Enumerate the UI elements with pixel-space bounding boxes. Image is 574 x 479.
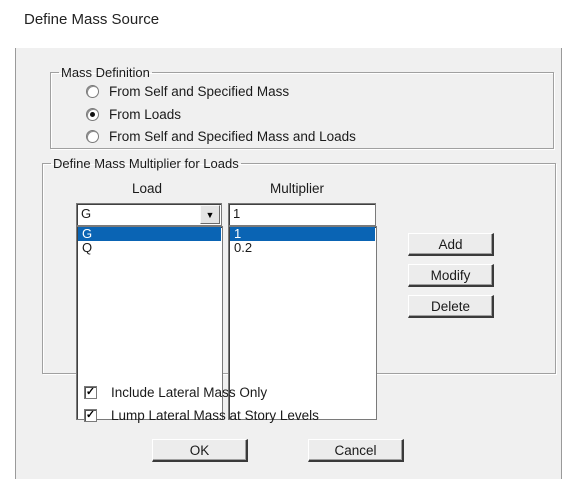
dialog-body: Mass Definition From Self and Specified … xyxy=(15,48,562,479)
multiplier-column-header: Multiplier xyxy=(270,181,325,196)
radio-label: From Self and Specified Mass xyxy=(109,83,290,99)
title-bar: Define Mass Source xyxy=(0,0,574,48)
check-icon[interactable]: ✓ xyxy=(84,408,97,422)
add-button[interactable]: Add xyxy=(408,233,494,256)
checkbox-label: Lump Lateral Mass at Story Levels xyxy=(111,407,319,423)
radio-button[interactable] xyxy=(86,129,99,143)
radio-button-checked[interactable] xyxy=(86,107,99,121)
window-title: Define Mass Source xyxy=(24,11,160,28)
ok-button[interactable]: OK xyxy=(152,439,248,462)
checkbox-label: Include Lateral Mass Only xyxy=(111,384,268,400)
radio-from-self-specified-loads[interactable]: From Self and Specified Mass and Loads xyxy=(86,127,356,145)
mass-multiplier-legend: Define Mass Multiplier for Loads xyxy=(53,156,239,171)
radio-button[interactable] xyxy=(86,84,99,98)
delete-button[interactable]: Delete xyxy=(408,295,494,318)
multiplier-list-item[interactable]: 0.2 xyxy=(230,241,375,255)
multiplier-list-item[interactable]: 1 xyxy=(230,227,375,241)
radio-label: From Loads xyxy=(109,106,182,122)
radio-from-self-specified[interactable]: From Self and Specified Mass xyxy=(86,82,289,100)
chevron-down-icon[interactable]: ▼ xyxy=(200,205,220,224)
lump-lateral-checkbox[interactable]: ✓ Lump Lateral Mass at Story Levels xyxy=(84,406,319,424)
load-select-value: G xyxy=(81,206,92,221)
radio-from-loads[interactable]: From Loads xyxy=(86,105,181,123)
multiplier-input-value: 1 xyxy=(233,206,241,221)
load-select[interactable]: G ▼ xyxy=(76,203,222,226)
check-icon[interactable]: ✓ xyxy=(84,385,97,399)
load-list-item[interactable]: Q xyxy=(78,241,221,255)
include-lateral-checkbox[interactable]: ✓ Include Lateral Mass Only xyxy=(84,383,267,401)
mass-definition-legend: Mass Definition xyxy=(61,65,150,80)
multiplier-input[interactable]: 1 xyxy=(228,203,376,226)
modify-button[interactable]: Modify xyxy=(408,264,494,287)
load-column-header: Load xyxy=(132,181,163,196)
load-list-item[interactable]: G xyxy=(78,227,221,241)
radio-label: From Self and Specified Mass and Loads xyxy=(109,128,356,144)
cancel-button[interactable]: Cancel xyxy=(308,439,404,462)
